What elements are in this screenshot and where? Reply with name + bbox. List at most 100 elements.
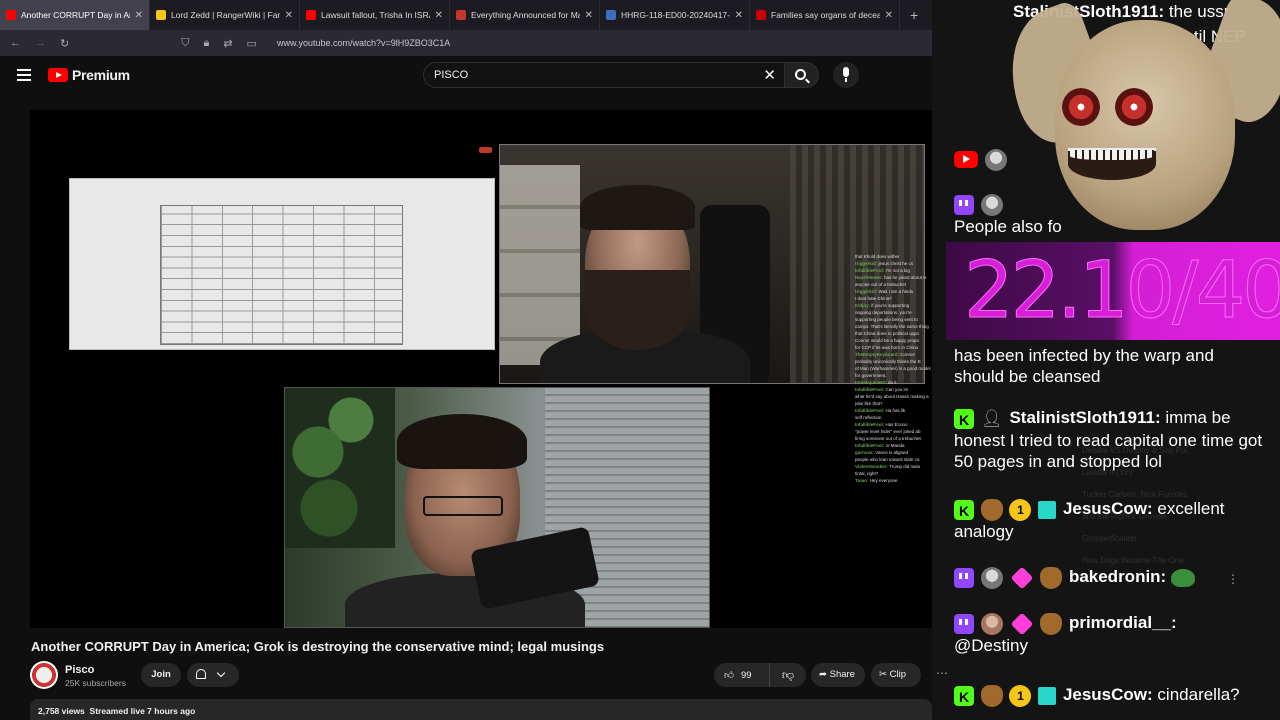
user-avatar-icon <box>980 498 1003 521</box>
voice-search-icon[interactable] <box>833 62 859 88</box>
user-avatar-icon <box>980 566 1003 589</box>
forward-arrow-icon[interactable]: → <box>35 37 46 49</box>
menu-icon[interactable] <box>17 69 31 81</box>
chat-username: JesusCow: <box>1062 685 1153 704</box>
back-arrow-icon[interactable]: ← <box>10 37 21 49</box>
close-tab-icon[interactable]: ✕ <box>135 10 143 21</box>
overlay-chat-line: anyone out of a trebuchet <box>855 281 932 288</box>
overlay-chat-text: for CCP if he was born in China <box>855 345 918 350</box>
shield-icon[interactable]: ⛉ <box>181 37 189 50</box>
search-input[interactable]: PISCO ✕ <box>423 62 785 88</box>
tab-title: Families say organs of deceased <box>771 10 880 20</box>
browser-tab-3[interactable]: Lawsuit fallout, Trisha In ISRAEL ✕ <box>300 0 450 30</box>
dislike-button[interactable]: 👎︎ <box>770 663 806 687</box>
like-button[interactable]: 👍︎ 99 <box>714 663 770 687</box>
more-options-icon[interactable]: ⋮ <box>1227 572 1239 586</box>
person-beard <box>585 270 690 350</box>
channel-avatar[interactable] <box>30 661 58 689</box>
user-avatar-icon <box>980 193 1003 216</box>
overlay-chat-user: ViolentSmoker: <box>855 464 888 469</box>
clear-search-icon[interactable]: ✕ <box>763 66 776 84</box>
browser-tab-bar: Another CORRUPT Day in America ✕ Lord Ze… <box>0 0 932 30</box>
person-hair <box>580 185 695 230</box>
overlay-chat-line: InfallibleFool: Has Econo <box>855 421 932 428</box>
pepe-emote-icon <box>1170 568 1195 587</box>
tab-title: Lawsuit fallout, Trisha In ISRAEL <box>321 10 430 20</box>
overlay-chat-text: of Man (Warhammer) is a good model <box>855 366 931 371</box>
overlay-chat-user: InfallibleFool: <box>855 443 885 448</box>
chat-message-7: primordial__: @Destiny <box>954 612 1264 656</box>
overlay-chat-user: triggerkid: <box>855 289 878 294</box>
overlay-chat-text: Vance is aligned <box>875 450 908 455</box>
overlay-chat-line: that Khold does wither <box>855 253 932 260</box>
chat-message-4: 👤︎ StalinistSloth1911: imma be honest I … <box>954 407 1272 472</box>
moth-mascot-image <box>990 0 1280 240</box>
overlay-chat-user: Tinao: <box>855 478 869 483</box>
more-actions-icon[interactable]: ⋯ <box>936 666 948 680</box>
overlay-chat-user: TheEmptyKeyboard: <box>855 352 900 357</box>
goal-counter-text: 22.10/40 <box>964 246 1280 337</box>
subscriber-count: 25K subscribers <box>65 678 126 688</box>
channel-name[interactable]: Pisco <box>65 664 94 676</box>
search-button[interactable] <box>785 62 819 88</box>
notifications-button[interactable] <box>187 663 239 687</box>
kick-badge-icon <box>954 685 974 708</box>
video-player[interactable]: that Khold does wither triggerkid: jesus … <box>30 110 932 628</box>
overlay-chat-text: Connor <box>900 352 916 357</box>
overlay-chat-text: ongoing deportations, you're <box>855 310 912 315</box>
dog-badge-icon <box>1040 566 1063 589</box>
overlay-chat-user: InfallibleFool: <box>855 268 885 273</box>
browser-tab-1[interactable]: Another CORRUPT Day in America ✕ <box>0 0 150 30</box>
overlay-chat-line: InfallibleFool: I'm not a big <box>855 267 932 274</box>
browser-tab-5[interactable]: HHRG-118-ED00-20240417-SD ✕ <box>600 0 750 30</box>
close-tab-icon[interactable]: ✕ <box>885 10 893 21</box>
join-button[interactable]: Join <box>141 663 181 687</box>
overlay-chat-text: Connor would be a happy propo <box>855 338 920 343</box>
us-flag-favicon-icon <box>606 10 616 20</box>
fandom-favicon-icon <box>156 10 166 20</box>
url-bar[interactable]: www.youtube.com/watch?v=9lH9ZBO3C1A <box>277 38 450 48</box>
chat-message-badges-youtube <box>954 148 1009 171</box>
user-avatar-icon: 👤︎ <box>980 408 1003 428</box>
youtube-favicon-icon <box>6 10 16 20</box>
overlay-chat-text: or Manda <box>885 443 905 448</box>
tab-title: Lord Zedd | RangerWiki | Fandom <box>171 10 280 20</box>
browser-tab-4[interactable]: Everything Announced for Magic ✕ <box>450 0 600 30</box>
cnn-favicon-icon <box>756 10 766 20</box>
moth-eye <box>1062 88 1100 126</box>
search-value: PISCO <box>434 69 469 81</box>
stream-chat-overlay: that Khold does wither triggerkid: jesus … <box>855 253 932 533</box>
like-dislike-group: 👍︎ 99 👎︎ <box>714 663 806 687</box>
close-tab-icon[interactable]: ✕ <box>735 10 743 21</box>
close-tab-icon[interactable]: ✕ <box>585 10 593 21</box>
video-title: Another CORRUPT Day in America; Grok is … <box>31 639 605 654</box>
clip-button[interactable]: ✂ Clip <box>871 663 921 687</box>
overlay-chat-user: Killjoy: <box>855 303 871 308</box>
overlay-chat-line: Killjoy: if you're supporting <box>855 302 932 309</box>
logo-text: Premium <box>72 67 130 83</box>
permissions-icon[interactable]: ⇄ <box>223 37 232 50</box>
youtube-premium-logo[interactable]: Premium <box>48 67 130 83</box>
overlay-chat-user: triggerkid: <box>855 261 878 266</box>
description-box[interactable]: 2,758 views Streamed live 7 hours ago <box>30 699 932 720</box>
browser-tab-2[interactable]: Lord Zedd | RangerWiki | Fandom ✕ <box>150 0 300 30</box>
close-tab-icon[interactable]: ✕ <box>435 10 443 21</box>
close-tab-icon[interactable]: ✕ <box>285 10 293 21</box>
twitch-badge-icon <box>954 194 974 215</box>
overlay-chat-user: InfallibleFool: <box>855 387 885 392</box>
share-button[interactable]: ➦ Share <box>811 663 865 687</box>
browser-tab-6[interactable]: Families say organs of deceased ✕ <box>750 0 900 30</box>
overlay-chat-line: for government. <box>855 372 932 379</box>
overlay-chat-text: probably unironically thinks the E <box>855 359 921 364</box>
view-count: 2,758 views <box>38 706 85 716</box>
chevron-down-icon <box>216 668 226 678</box>
overlay-chat-line: InfallibleFool: Ha has lik <box>855 407 932 414</box>
overlay-chat-text: do it <box>888 380 897 385</box>
dog-badge-icon <box>1040 612 1063 635</box>
user-avatar-icon <box>984 148 1007 171</box>
chat-text: cindarella? <box>1157 685 1240 704</box>
new-tab-button[interactable]: + <box>900 7 928 23</box>
overlay-chat-line: I dont hate China? <box>855 295 932 302</box>
reload-icon[interactable]: ↻ <box>60 37 69 50</box>
lock-icon[interactable]: 🔒︎ <box>203 37 209 50</box>
